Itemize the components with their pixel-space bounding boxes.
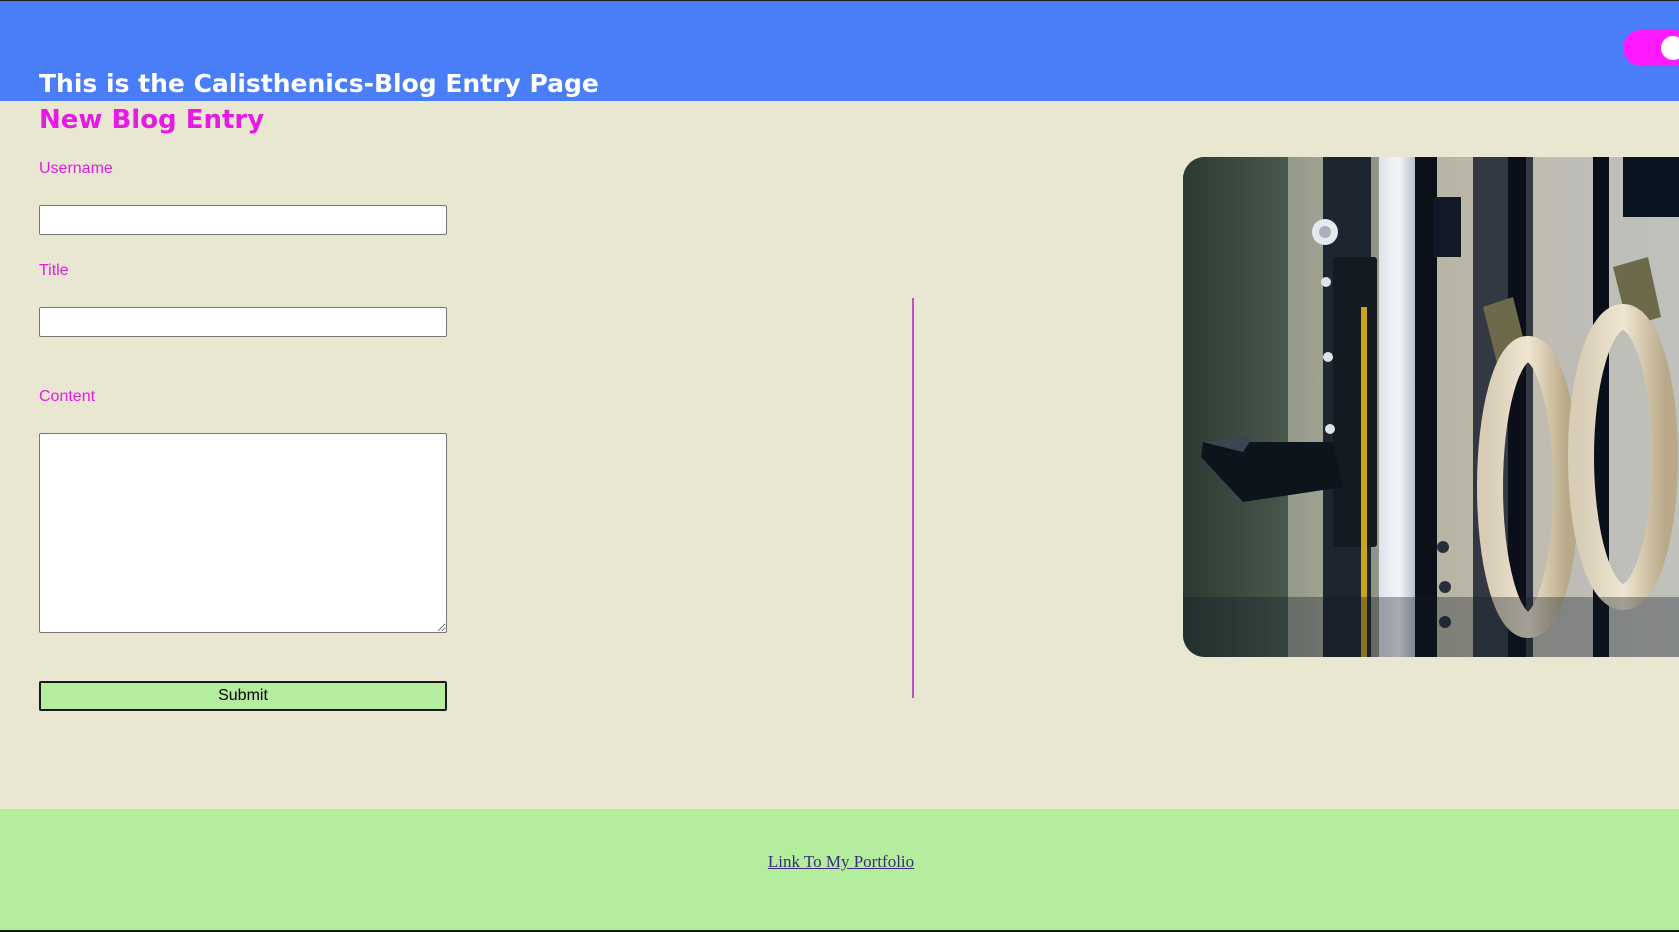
vertical-divider <box>912 298 914 698</box>
title-input[interactable] <box>39 307 447 337</box>
page-title: This is the Calisthenics-Blog Entry Page <box>39 69 599 98</box>
site-footer: Link To My Portfolio <box>0 809 1679 930</box>
submit-button[interactable]: Submit <box>39 681 447 711</box>
portfolio-link[interactable]: Link To My Portfolio <box>0 851 1679 873</box>
username-input[interactable] <box>39 205 447 235</box>
content-textarea[interactable] <box>39 433 447 633</box>
theme-toggle[interactable] <box>1623 30 1679 66</box>
title-label: Title <box>39 262 69 279</box>
username-label: Username <box>39 160 113 177</box>
gymnastic-rings-photo <box>1183 157 1679 657</box>
page: This is the Calisthenics-Blog Entry Page… <box>0 1 1679 930</box>
content-label: Content <box>39 388 96 405</box>
toggle-knob[interactable] <box>1661 36 1679 60</box>
site-header: This is the Calisthenics-Blog Entry Page <box>0 1 1679 101</box>
form-heading: New Blog Entry <box>39 105 265 135</box>
